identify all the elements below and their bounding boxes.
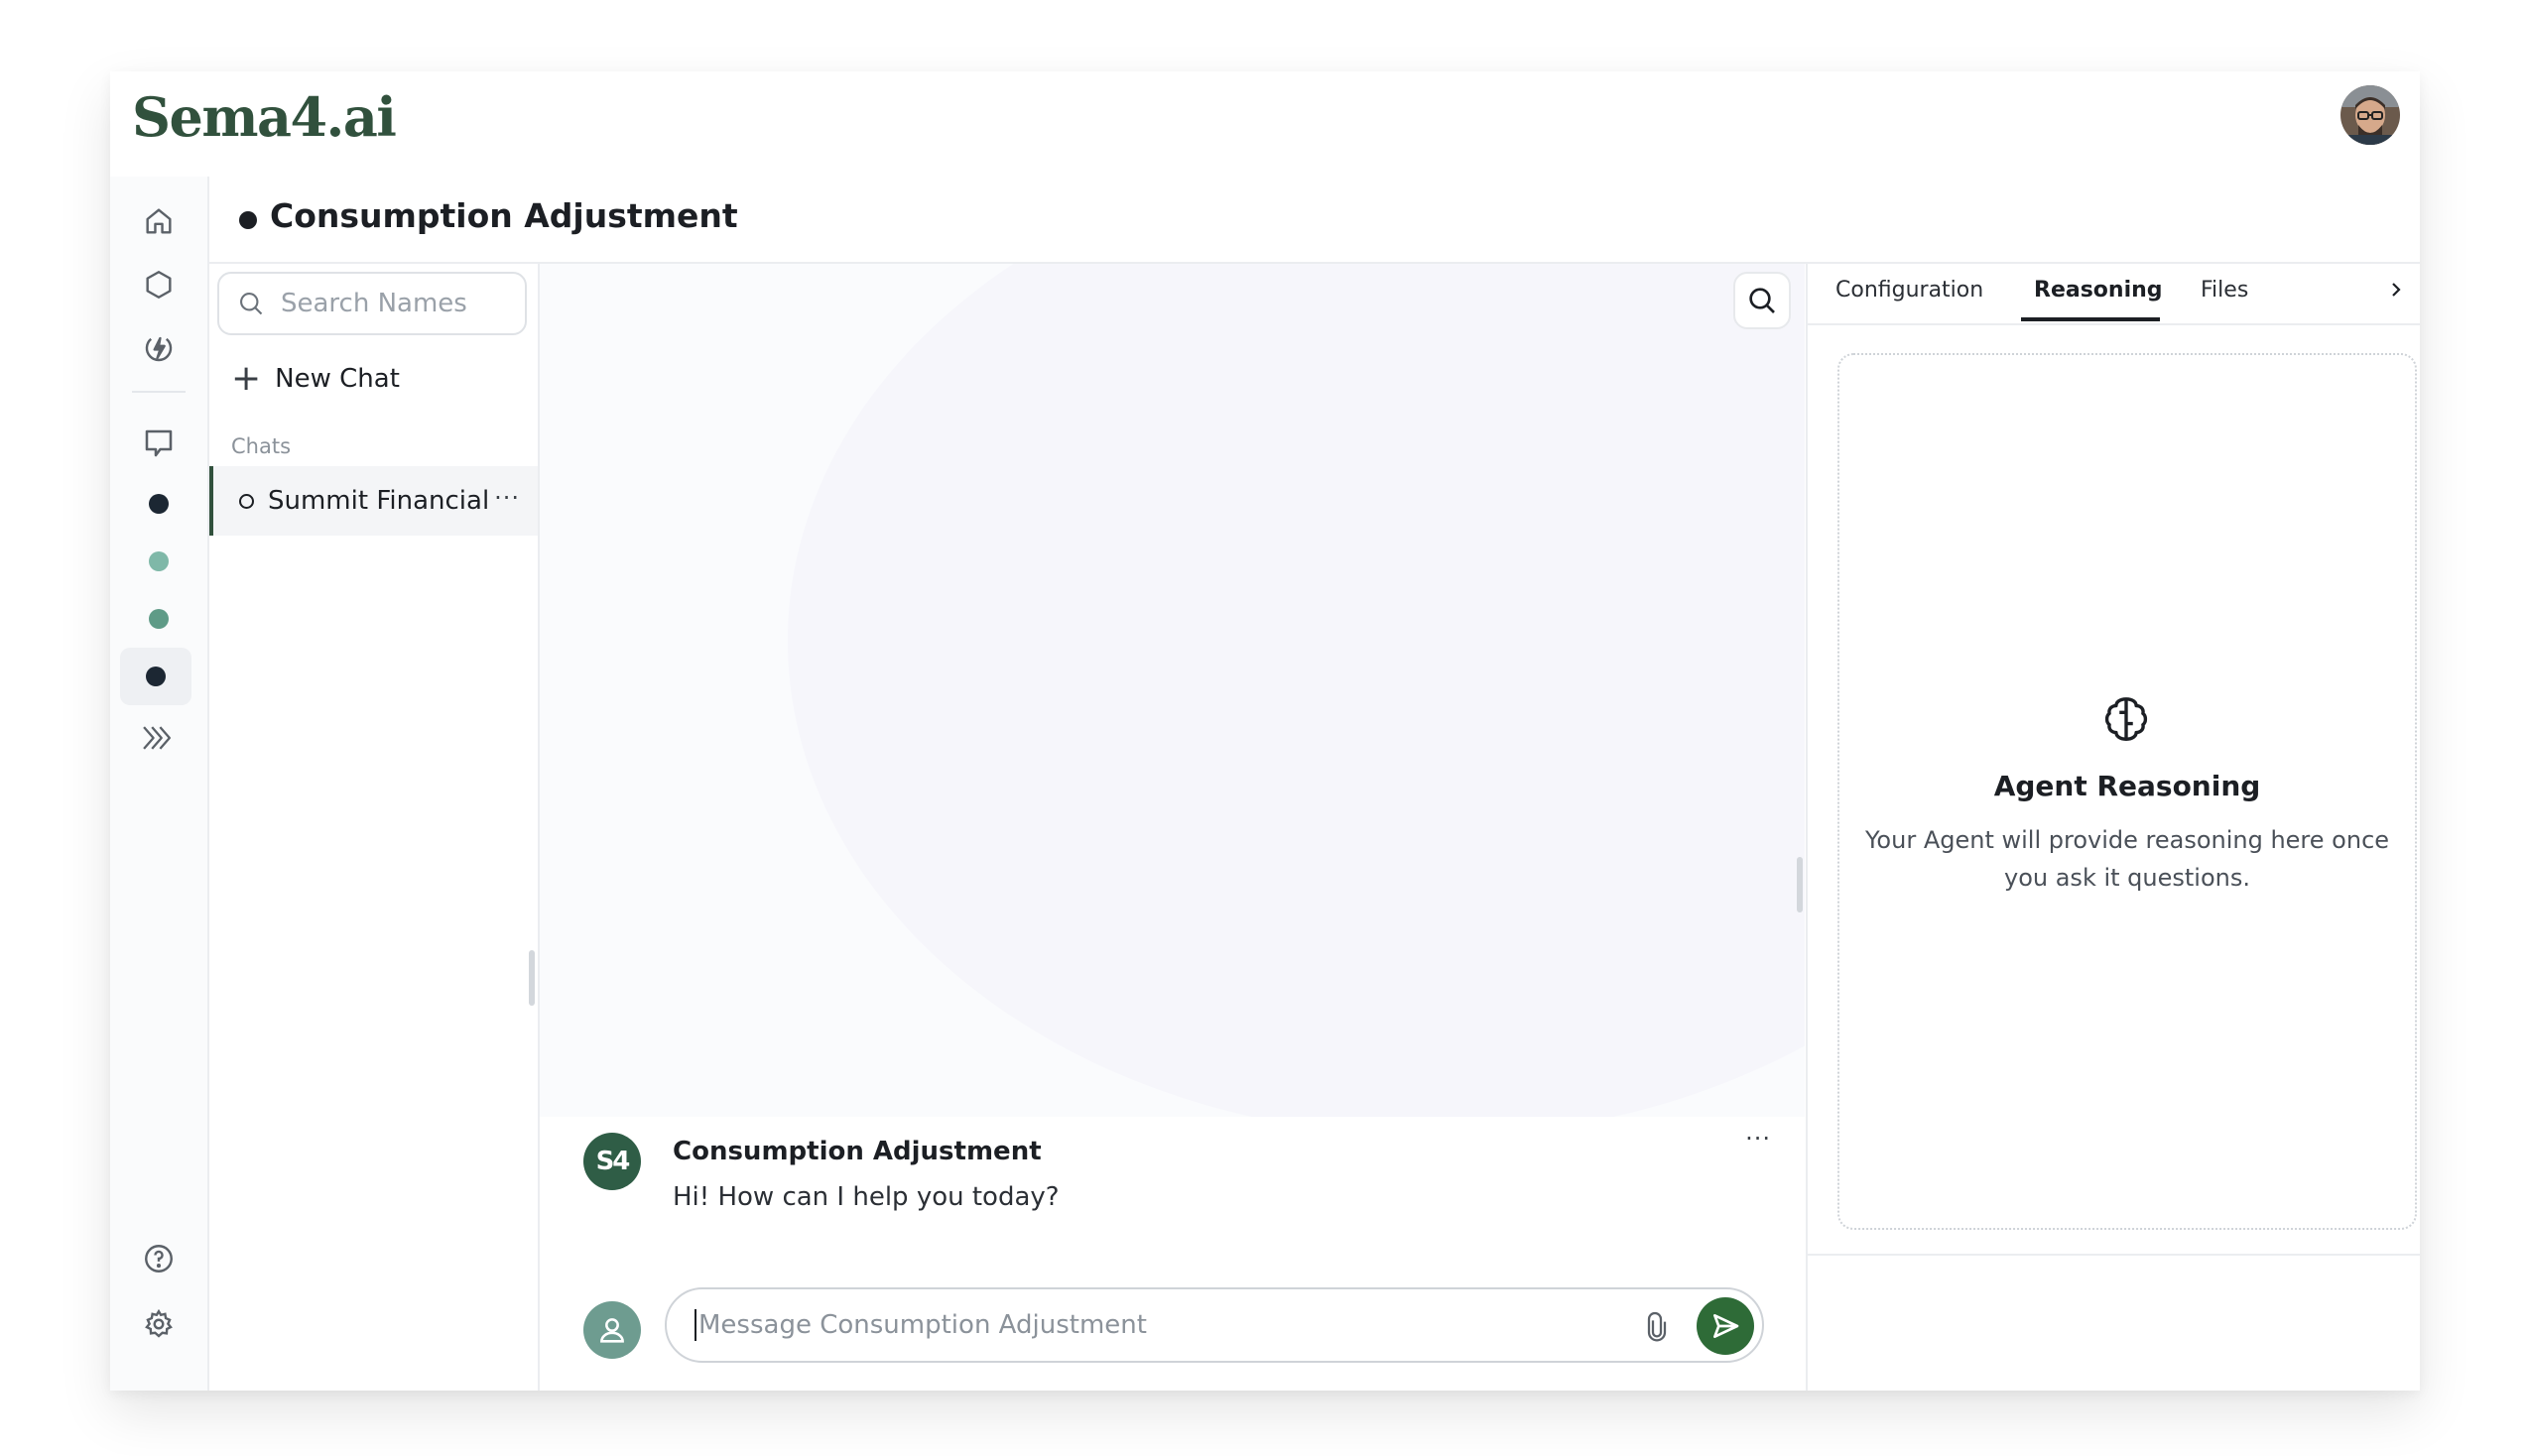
- rail-help[interactable]: [134, 1234, 184, 1283]
- home-icon: [146, 208, 172, 234]
- help-icon: [145, 1245, 173, 1273]
- user-avatar-small: [583, 1301, 641, 1359]
- rail-actions[interactable]: [134, 323, 184, 373]
- agent-title: Consumption Adjustment: [270, 196, 738, 235]
- rail-agent-2[interactable]: [134, 537, 184, 586]
- chat-status-ring-icon: [239, 493, 254, 509]
- reasoning-description: Your Agent will provide reasoning here o…: [1864, 826, 2390, 892]
- tab-files[interactable]: Files: [2201, 278, 2248, 303]
- chat-bubble-icon: [145, 429, 173, 457]
- app-window: Sema4.ai Consumption Adjustment Search N…: [110, 71, 2420, 1391]
- chevron-right-icon: [2392, 283, 2401, 297]
- agent-status-dot: [146, 667, 166, 686]
- user-avatar[interactable]: [2340, 85, 2400, 145]
- rail-home[interactable]: [134, 196, 184, 246]
- send-icon: [1713, 1314, 1739, 1338]
- rail-settings[interactable]: [134, 1299, 184, 1349]
- attach-button[interactable]: [1641, 1309, 1673, 1349]
- side-panel: Configuration Reasoning Files Agent Reas…: [1806, 264, 2420, 1391]
- tab-reasoning[interactable]: Reasoning: [2034, 278, 2163, 303]
- rail-agent-3[interactable]: [134, 594, 184, 644]
- send-button[interactable]: [1697, 1297, 1754, 1355]
- rail-expand[interactable]: [134, 713, 184, 763]
- user-photo-avatar-icon: [2340, 85, 2400, 145]
- message-input[interactable]: [695, 1309, 1593, 1341]
- agent-status-dot: [149, 494, 169, 514]
- plus-icon: +: [231, 358, 262, 399]
- rail-divider: [132, 391, 186, 393]
- agent-avatar: S4: [583, 1133, 641, 1190]
- new-chat-button[interactable]: + New Chat: [231, 359, 400, 399]
- agent-title-bar: Consumption Adjustment: [209, 177, 2420, 264]
- chat-search-box[interactable]: [217, 272, 527, 335]
- brain-icon: [2104, 697, 2148, 741]
- tab-configuration[interactable]: Configuration: [1835, 278, 1983, 303]
- message-author: Consumption Adjustment: [673, 1137, 1042, 1166]
- rail-agent-1[interactable]: [134, 479, 184, 529]
- settings-icon: [145, 1308, 173, 1338]
- message-text: Hi! How can I help you today?: [673, 1182, 1060, 1212]
- hexagon-icon: [146, 271, 172, 299]
- logo[interactable]: Sema4.ai: [132, 85, 397, 149]
- rail-hexagon[interactable]: [134, 260, 184, 309]
- user-icon: [600, 1318, 624, 1343]
- conversation-panel: S4 Consumption Adjustment Hi! How can I …: [540, 264, 1805, 1391]
- chat-list-panel: + New Chat Chats Summit Financial ···: [209, 264, 540, 1391]
- chat-item-summit-financial[interactable]: Summit Financial ···: [209, 466, 538, 536]
- chat-item-more-button[interactable]: ···: [494, 484, 520, 512]
- lightning-icon: [145, 336, 173, 362]
- agent-status-dot: [149, 551, 169, 571]
- double-chevron-icon: [143, 726, 172, 750]
- panel-resize-handle[interactable]: [1797, 857, 1803, 912]
- chats-section-label: Chats: [231, 434, 292, 458]
- conversation-search-button[interactable]: [1733, 272, 1791, 329]
- search-icon: [1749, 288, 1775, 313]
- icon-rail: [110, 177, 209, 1391]
- chat-item-label: Summit Financial: [268, 486, 490, 516]
- message-more-button[interactable]: ···: [1745, 1125, 1771, 1153]
- chat-list-resize-handle[interactable]: [529, 950, 535, 1006]
- paperclip-icon: [1647, 1311, 1667, 1342]
- reasoning-title: Agent Reasoning: [1993, 770, 2261, 802]
- rail-chats[interactable]: [134, 419, 184, 468]
- panel-collapse-button[interactable]: [2384, 276, 2408, 307]
- reasoning-card: Agent Reasoning Your Agent will provide …: [1837, 353, 2417, 1230]
- new-chat-label: New Chat: [275, 364, 400, 394]
- main-area: Consumption Adjustment + New Chat Chats …: [209, 177, 2420, 1391]
- message-area: S4 Consumption Adjustment Hi! How can I …: [540, 1117, 1805, 1391]
- search-icon: [240, 293, 263, 315]
- panel-tabs: Configuration Reasoning Files: [1808, 264, 2420, 325]
- brain-icon-wrap: [2099, 692, 2153, 750]
- top-bar: Sema4.ai: [110, 71, 2420, 179]
- search-names-input[interactable]: [279, 288, 511, 319]
- message-composer[interactable]: [665, 1287, 1764, 1363]
- agent-status-dot: [149, 609, 169, 629]
- rail-agent-4-active[interactable]: [120, 648, 191, 705]
- panel-footer: [1808, 1254, 2420, 1391]
- agent-status-dot: [239, 211, 257, 229]
- background-decoration: [788, 264, 1805, 1137]
- active-tab-underline: [2021, 317, 2160, 321]
